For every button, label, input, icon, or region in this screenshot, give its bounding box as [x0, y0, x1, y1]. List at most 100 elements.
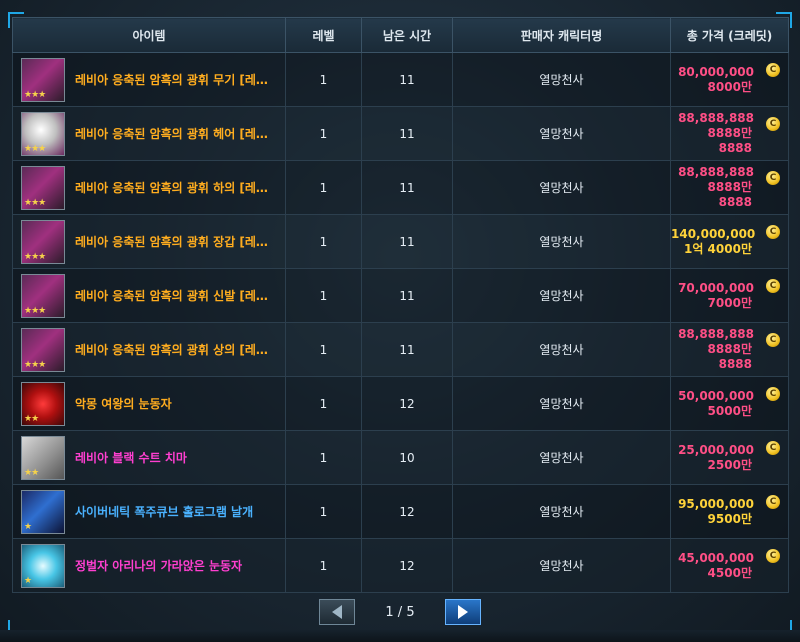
seller-name: 열망천사	[452, 376, 671, 431]
price-full: 88,888,888	[678, 165, 754, 179]
table-row[interactable]: ★★ 악몽 여왕의 눈동자 1 12 열망천사 50,000,000 5000만…	[12, 376, 789, 431]
seller-name: 열망천사	[452, 484, 671, 539]
credit-coin-icon: C	[766, 116, 780, 131]
column-header-item[interactable]: 아이템	[12, 17, 286, 53]
item-price: 88,888,888 8888만 8888 C	[670, 160, 789, 215]
item-price: 45,000,000 4500만 C	[670, 538, 789, 593]
item-price: 95,000,000 9500만 C	[670, 484, 789, 539]
column-header-level[interactable]: 레벨	[285, 17, 362, 53]
item-name: 정벌자 아리나의 가라앉은 눈동자	[75, 559, 243, 573]
item-remaining-time: 11	[361, 106, 453, 161]
item-price: 88,888,888 8888만 8888 C	[670, 322, 789, 377]
table-row[interactable]: ★ 정벌자 아리나의 가라앉은 눈동자 1 12 열망천사 45,000,000…	[12, 538, 789, 593]
price-full: 140,000,000	[671, 226, 756, 241]
item-price: 50,000,000 5000만 C	[670, 376, 789, 431]
item-shoes-icon: ★★★	[21, 273, 65, 318]
price-full: 70,000,000	[678, 280, 754, 295]
seller-name: 열망천사	[452, 106, 671, 161]
bottom-strip	[0, 630, 800, 642]
seller-name: 열망천사	[452, 52, 671, 107]
item-remaining-time: 12	[361, 538, 453, 593]
price-short: 8888만 8888	[707, 180, 752, 209]
seller-name: 열망천사	[452, 268, 671, 323]
next-page-button[interactable]	[445, 599, 481, 625]
price-full: 88,888,888	[678, 111, 754, 125]
item-remaining-time: 11	[361, 52, 453, 107]
pagination: 1 / 5	[0, 596, 800, 628]
item-top-icon: ★★★	[21, 327, 65, 372]
price-full: 25,000,000	[678, 442, 754, 457]
prev-page-button[interactable]	[319, 599, 355, 625]
item-price: 140,000,000 1억 4000만 C	[670, 214, 789, 269]
column-header-seller[interactable]: 판매자 캐릭터명	[452, 17, 671, 53]
item-remaining-time: 11	[361, 268, 453, 323]
credit-coin-icon: C	[766, 386, 780, 401]
item-price: 70,000,000 7000만 C	[670, 268, 789, 323]
seller-name: 열망천사	[452, 538, 671, 593]
item-name: 레비아 응축된 암흑의 광휘 장갑 [레…	[75, 235, 268, 249]
item-price: 80,000,000 8000만 C	[670, 52, 789, 107]
item-name: 악몽 여왕의 눈동자	[75, 397, 172, 411]
price-short: 8888만 8888	[707, 126, 752, 155]
item-level: 1	[285, 160, 362, 215]
item-gloves-icon: ★★★	[21, 219, 65, 264]
item-level: 1	[285, 322, 362, 377]
price-full: 45,000,000	[678, 550, 754, 565]
price-short: 8000만	[707, 79, 752, 94]
item-name: 레비아 응축된 암흑의 광휘 무기 [레…	[75, 73, 268, 87]
credit-coin-icon: C	[766, 278, 780, 293]
credit-coin-icon: C	[766, 440, 780, 455]
item-eye-icon: ★	[21, 543, 65, 588]
price-full: 88,888,888	[678, 327, 754, 341]
credit-coin-icon: C	[766, 62, 780, 77]
item-name: 레비아 응축된 암흑의 광휘 상의 [레…	[75, 343, 268, 357]
price-short: 7000만	[707, 295, 752, 310]
item-remaining-time: 11	[361, 322, 453, 377]
table-row[interactable]: ★ 사이버네틱 폭주큐브 홀로그램 날개 1 12 열망천사 95,000,00…	[12, 484, 789, 539]
chevron-right-icon	[458, 605, 468, 619]
price-full: 95,000,000	[678, 496, 754, 511]
seller-name: 열망천사	[452, 214, 671, 269]
column-header-total-price[interactable]: 총 가격 (크레딧)	[670, 17, 789, 53]
item-level: 1	[285, 268, 362, 323]
item-name: 레비아 응축된 암흑의 광휘 하의 [레…	[75, 181, 268, 195]
credit-coin-icon: C	[766, 170, 780, 185]
item-price: 25,000,000 2500만 C	[670, 430, 789, 485]
item-name: 레비아 응축된 암흑의 광휘 헤어 [레…	[75, 127, 268, 141]
price-short: 2500만	[707, 457, 752, 472]
table-row[interactable]: ★★★ 레비아 응축된 암흑의 광휘 장갑 [레… 1 11 열망천사 140,…	[12, 214, 789, 269]
item-level: 1	[285, 538, 362, 593]
price-short: 4500만	[707, 565, 752, 580]
item-level: 1	[285, 430, 362, 485]
seller-name: 열망천사	[452, 430, 671, 485]
item-level: 1	[285, 484, 362, 539]
item-hair-icon: ★★★	[21, 111, 65, 156]
item-name: 레비아 블랙 수트 치마	[75, 451, 187, 465]
item-level: 1	[285, 376, 362, 431]
item-price: 88,888,888 8888만 8888 C	[670, 106, 789, 161]
chevron-left-icon	[332, 605, 342, 619]
item-level: 1	[285, 214, 362, 269]
price-full: 80,000,000	[678, 64, 754, 79]
price-short: 9500만	[707, 511, 752, 526]
credit-coin-icon: C	[766, 548, 780, 563]
table-row[interactable]: ★★★ 레비아 응축된 암흑의 광휘 상의 [레… 1 11 열망천사 88,8…	[12, 322, 789, 377]
table-row[interactable]: ★★★ 레비아 응축된 암흑의 광휘 신발 [레… 1 11 열망천사 70,0…	[12, 268, 789, 323]
item-eye-icon: ★★	[21, 381, 65, 426]
item-remaining-time: 12	[361, 376, 453, 431]
price-short: 1억 4000만	[683, 241, 752, 256]
auction-list-table: 아이템 레벨 남은 시간 판매자 캐릭터명 총 가격 (크레딧) ★★★ 레비아…	[12, 17, 789, 593]
column-header-remaining-time[interactable]: 남은 시간	[361, 17, 453, 53]
seller-name: 열망천사	[452, 322, 671, 377]
item-pants-icon: ★★★	[21, 165, 65, 210]
price-short: 8888만 8888	[707, 342, 752, 371]
item-wings-icon: ★	[21, 489, 65, 534]
table-row[interactable]: ★★ 레비아 블랙 수트 치마 1 10 열망천사 25,000,000 250…	[12, 430, 789, 485]
price-full: 50,000,000	[678, 388, 754, 403]
table-row[interactable]: ★★★ 레비아 응축된 암흑의 광휘 하의 [레… 1 11 열망천사 88,8…	[12, 160, 789, 215]
table-row[interactable]: ★★★ 레비아 응축된 암흑의 광휘 헤어 [레… 1 11 열망천사 88,8…	[12, 106, 789, 161]
credit-coin-icon: C	[766, 494, 780, 509]
item-level: 1	[285, 52, 362, 107]
table-row[interactable]: ★★★ 레비아 응축된 암흑의 광휘 무기 [레… 1 11 열망천사 80,0…	[12, 52, 789, 107]
page-indicator: 1 / 5	[385, 604, 415, 620]
